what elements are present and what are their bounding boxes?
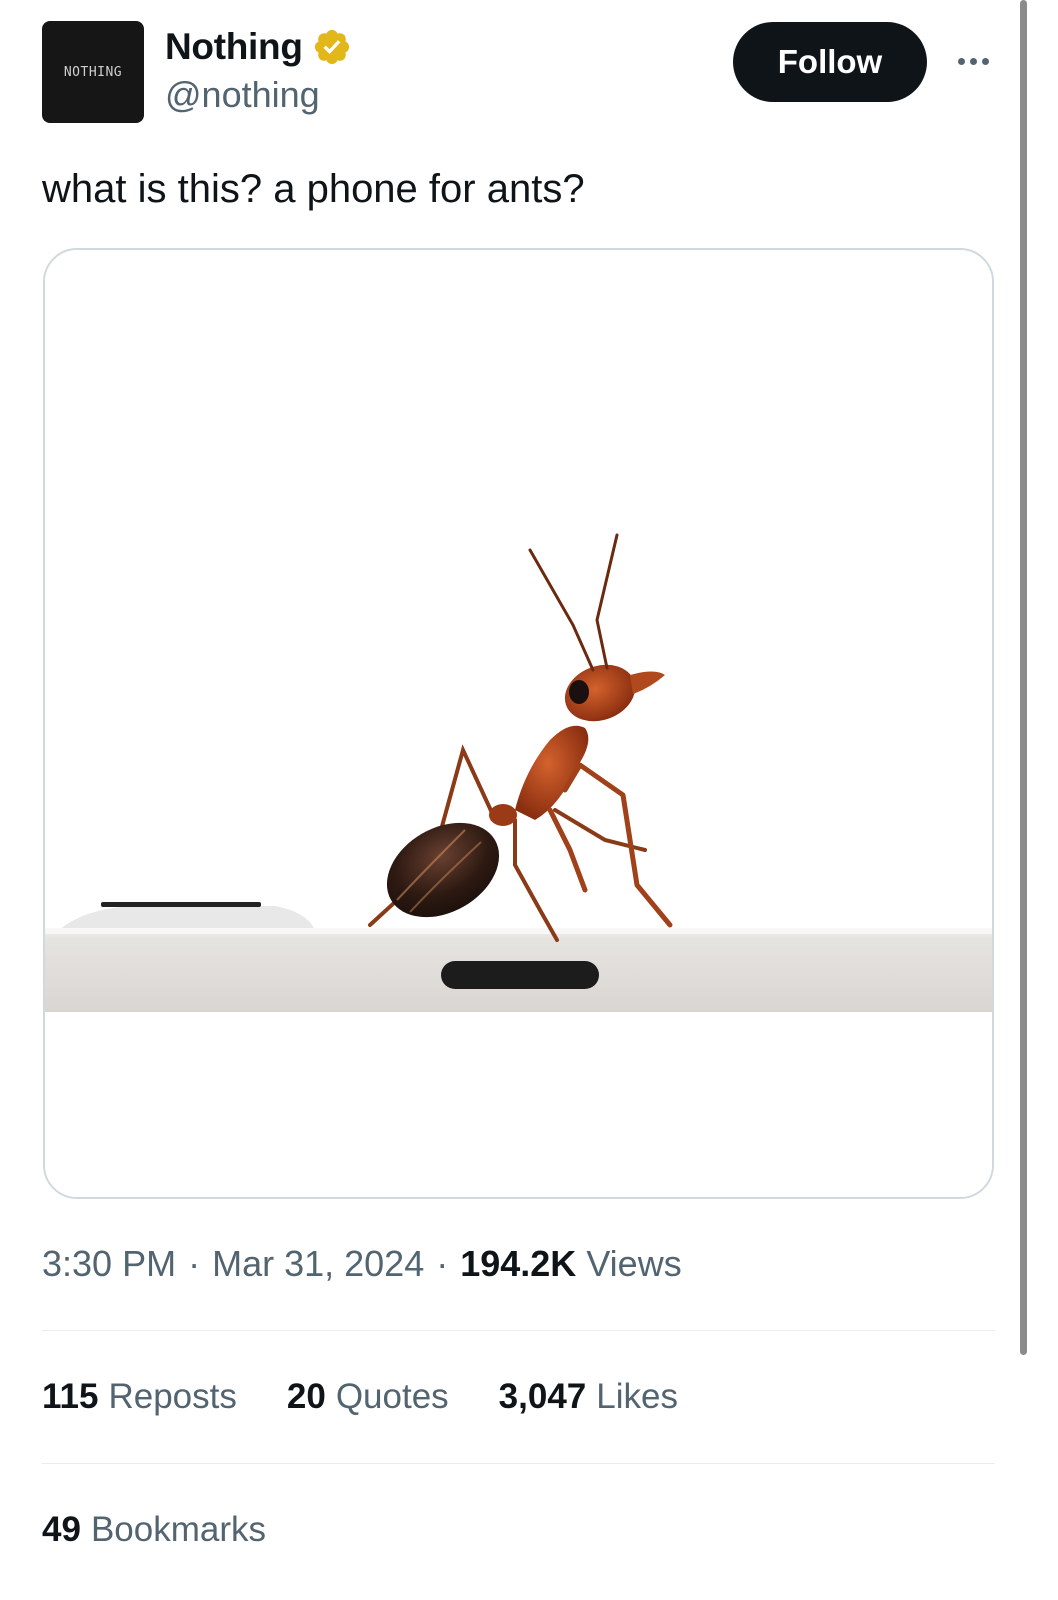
tweet-text: what is this? a phone for ants?	[42, 167, 585, 211]
tweet-media-image[interactable]	[43, 248, 994, 1199]
quotes-stat[interactable]: 20 Quotes	[287, 1377, 449, 1417]
bookmarks-stat[interactable]: 49 Bookmarks	[42, 1506, 266, 1554]
follow-button[interactable]: Follow	[733, 22, 927, 102]
verified-badge-icon[interactable]	[312, 27, 352, 67]
likes-count: 3,047	[498, 1377, 587, 1416]
user-handle[interactable]: @nothing	[165, 74, 320, 116]
display-name[interactable]: Nothing	[165, 26, 303, 68]
avatar[interactable]: NOTHING	[42, 21, 144, 123]
tweet-detail-page: NOTHING Nothing @nothing Follow what is …	[0, 0, 1058, 1600]
tweet-time[interactable]: 3:30 PM	[42, 1243, 176, 1285]
likes-stat[interactable]: 3,047 Likes	[499, 1377, 678, 1417]
more-dot	[981, 57, 989, 65]
divider	[42, 1330, 995, 1331]
tweet-meta: 3:30 PM · Mar 31, 2024 · 194.2K Views	[42, 1240, 682, 1288]
bookmarks-count: 49	[42, 1510, 81, 1549]
tweet-date[interactable]: Mar 31, 2024	[212, 1243, 424, 1285]
meta-separator: ·	[436, 1243, 449, 1284]
scrollbar[interactable]	[1018, 0, 1028, 1600]
meta-separator: ·	[188, 1243, 201, 1284]
likes-label: Likes	[596, 1377, 678, 1416]
divider	[42, 1463, 995, 1464]
ant-on-phone-image	[45, 250, 992, 1197]
bookmarks-label: Bookmarks	[90, 1510, 266, 1549]
quotes-label: Quotes	[335, 1377, 449, 1416]
engagement-stats: 115 Reposts 20 Quotes 3,047 Likes	[42, 1373, 728, 1421]
reposts-count: 115	[42, 1377, 99, 1416]
more-dot	[957, 57, 965, 65]
views-label[interactable]: Views	[586, 1243, 681, 1285]
avatar-logo-text: NOTHING	[63, 64, 123, 80]
more-dot	[969, 57, 977, 65]
scrollbar-thumb[interactable]	[1020, 0, 1027, 1355]
views-count[interactable]: 194.2K	[460, 1243, 576, 1285]
more-options-icon[interactable]	[948, 44, 998, 78]
author-name-row[interactable]: Nothing	[165, 22, 352, 72]
quotes-count: 20	[286, 1377, 326, 1416]
reposts-label: Reposts	[108, 1377, 237, 1416]
reposts-stat[interactable]: 115 Reposts	[42, 1377, 237, 1417]
